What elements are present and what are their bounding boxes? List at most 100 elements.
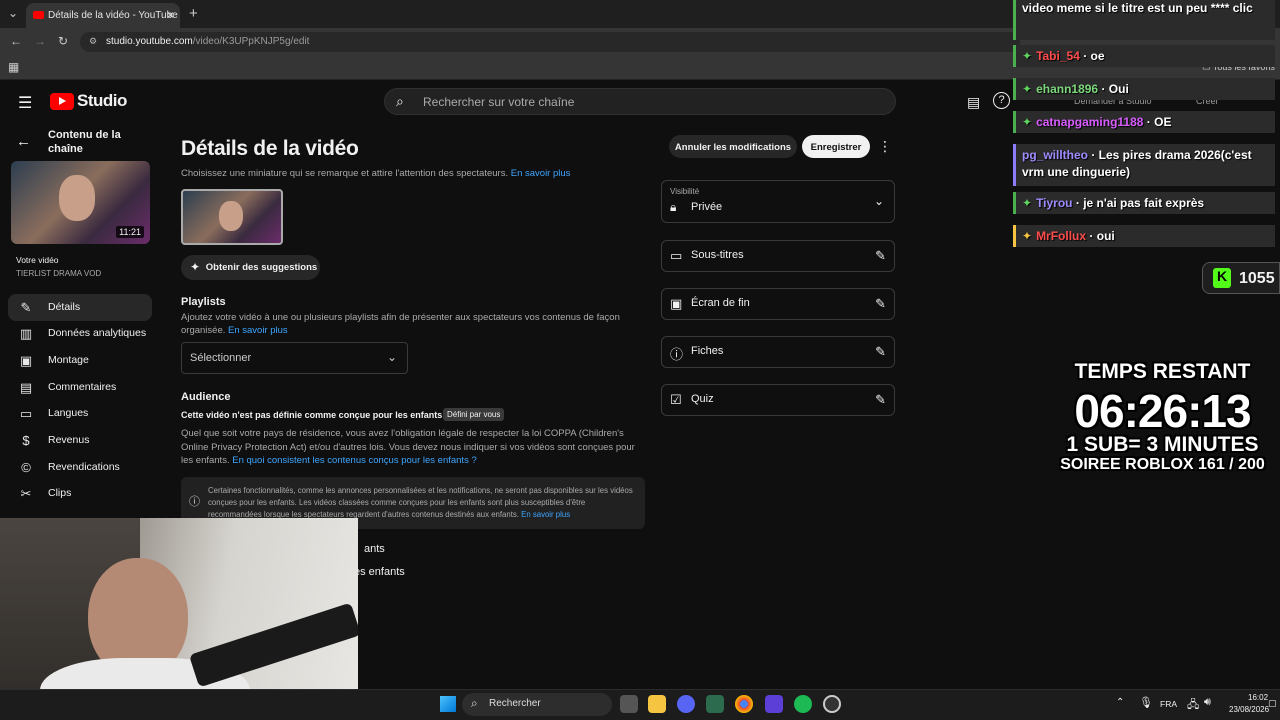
comments-header-icon[interactable]: ▤ <box>967 94 980 111</box>
card-label: Écran de fin <box>691 297 750 309</box>
studio-logo-text: Studio <box>77 91 127 110</box>
chrome-icon[interactable] <box>735 695 753 713</box>
spotify-icon[interactable] <box>794 695 812 713</box>
cancel-changes-button[interactable]: Annuler les modifications <box>669 135 797 158</box>
discord-icon[interactable] <box>677 695 695 713</box>
sidebar-item-clips[interactable]: ✂ Clips <box>8 480 152 507</box>
network-icon[interactable]: 🖧︎ <box>1187 696 1199 715</box>
windows-taskbar <box>0 689 1280 720</box>
video-thumbnail[interactable]: 11:21 <box>11 161 150 244</box>
url-bar[interactable]: ⚙ studio.youtube.com/video/K3UPpKNJP5g/e… <box>80 32 1020 52</box>
sidebar-item-earn[interactable]: $ Revenus <box>8 427 152 454</box>
end-screen-card[interactable]: ▣ Écran de fin ✎ <box>661 288 895 320</box>
sidebar-item-label: Commentaires <box>48 381 117 393</box>
chat-text: oe <box>1090 49 1105 63</box>
sidebar-item-copyright[interactable]: © Revendications <box>8 454 152 481</box>
app-grid-icon[interactable] <box>765 695 783 713</box>
thumbnail-option[interactable] <box>181 189 283 245</box>
site-info-icon[interactable]: ⚙ <box>89 36 97 47</box>
browser-tab-title: Détails de la vidéo - YouTube Studio <box>48 10 180 21</box>
channel-content-link[interactable]: Contenu de la chaîne <box>48 128 148 156</box>
microphone-tray-icon[interactable]: 🎙︎ <box>1139 696 1153 709</box>
clock-date[interactable]: 23/08/2026 <box>1229 705 1269 714</box>
sidebar-item-editor[interactable]: ▣ Montage <box>8 347 152 374</box>
chevron-up-icon[interactable]: ⌃ <box>1116 697 1124 708</box>
learn-more-link[interactable]: En savoir plus <box>521 510 570 519</box>
obs-icon[interactable] <box>823 695 841 713</box>
notifications-icon[interactable]: ▢ <box>1268 698 1277 709</box>
chat-text: oui <box>1096 229 1115 243</box>
browser-tab[interactable]: Détails de la vidéo - YouTube Studio × <box>26 3 180 28</box>
audience-heading: Audience <box>181 391 231 403</box>
taskbar-search[interactable]: ⌕ Rechercher <box>462 693 612 716</box>
chat-user: catnapgaming1188 <box>1036 115 1144 129</box>
url-path: /video/K3UPpKNJP5g/edit <box>192 36 310 47</box>
task-view-icon[interactable] <box>620 695 638 713</box>
sidebar-item-languages[interactable]: ▭ Langues <box>8 400 152 427</box>
card-label: Sous-titres <box>691 249 744 261</box>
channel-search-input[interactable]: ⌕ Rechercher sur votre chaîne <box>384 88 896 115</box>
timer-label: TEMPS RESTANT <box>1074 360 1251 383</box>
chat-badge-icon: ✦ <box>1022 115 1033 129</box>
youtube-logo-icon[interactable] <box>50 93 74 110</box>
youtube-favicon-icon <box>33 11 44 19</box>
hamburger-menu-icon[interactable]: ☰ <box>18 93 32 113</box>
visibility-label: Visibilité <box>670 187 700 196</box>
learn-more-link[interactable]: En savoir plus <box>511 168 571 179</box>
quiz-icon: ☑ <box>670 392 682 407</box>
audience-option-yes[interactable]: ants <box>364 543 385 555</box>
apps-grid-icon[interactable]: ▦ <box>8 60 19 74</box>
analytics-icon: ▥ <box>19 326 33 341</box>
pencil-icon[interactable]: ✎ <box>875 392 886 408</box>
chat-message: ✦ Tabi_54 · oe <box>1013 45 1275 67</box>
audience-option-no[interactable]: es enfants <box>354 566 405 578</box>
clock-time[interactable]: 16:02 <box>1248 693 1268 702</box>
thumbnail-help-text: Choisissez une miniature qui se remarque… <box>181 168 509 179</box>
sidebar-item-label: Revendications <box>48 461 120 473</box>
chat-user: Tabi_54 <box>1036 49 1080 63</box>
quiz-card[interactable]: ☑ Quiz ✎ <box>661 384 895 416</box>
visibility-select[interactable]: Visibilité 🔒︎ Privée ⌄ <box>661 180 895 223</box>
sidebar-item-analytics[interactable]: ▥ Données analytiques <box>8 320 152 347</box>
volume-icon[interactable]: 🔊︎ <box>1204 696 1211 709</box>
pencil-icon[interactable]: ✎ <box>875 248 886 264</box>
tab-list-icon[interactable]: ⌄ <box>8 6 18 20</box>
close-tab-icon[interactable]: × <box>167 8 174 22</box>
windows-start-icon[interactable] <box>440 696 456 712</box>
sidebar-item-details[interactable]: ✎ Détails <box>8 294 152 321</box>
cards-card[interactable]: ⓘ Fiches ✎ <box>661 336 895 368</box>
subtitles-card[interactable]: ▭ Sous-titres ✎ <box>661 240 895 272</box>
chat-message: ✦ catnapgaming1188 · OE <box>1013 111 1275 133</box>
page-title: Détails de la vidéo <box>181 137 359 160</box>
forward-icon[interactable]: → <box>34 34 46 48</box>
chat-badge-icon: ✦ <box>1022 229 1033 243</box>
chat-message: ✦ ehann1896 · Oui <box>1013 78 1275 100</box>
playlists-help: Ajoutez votre vidéo à une ou plusieurs p… <box>181 311 631 337</box>
language-indicator[interactable]: FRA <box>1160 699 1177 709</box>
pencil-icon[interactable]: ✎ <box>875 344 886 360</box>
back-arrow-icon[interactable]: ← <box>16 133 31 150</box>
reload-icon[interactable]: ↻ <box>58 34 68 48</box>
sub-rule: 1 SUB= 3 MINUTES <box>1066 433 1259 456</box>
more-options-icon[interactable]: ⋮ <box>878 138 892 155</box>
sidebar-item-comments[interactable]: ▤ Commentaires <box>8 374 152 401</box>
back-icon[interactable]: ← <box>10 34 22 48</box>
playlist-select[interactable]: Sélectionner ⌄ <box>181 342 408 374</box>
save-button[interactable]: Enregistrer <box>802 135 870 158</box>
get-suggestions-button[interactable]: ✦ Obtenir des suggestions <box>181 255 320 280</box>
playlists-heading: Playlists <box>181 296 226 308</box>
chat-badge-icon: ✦ <box>1022 196 1033 210</box>
sidebar-item-label: Langues <box>48 407 89 419</box>
card-label: Quiz <box>691 393 714 405</box>
playlist-select-value: Sélectionner <box>190 352 252 364</box>
help-icon[interactable]: ? <box>993 92 1010 109</box>
xbox-icon[interactable] <box>706 695 724 713</box>
file-explorer-icon[interactable] <box>648 695 666 713</box>
kids-content-link[interactable]: En quoi consistent les contenus conçus p… <box>232 455 477 466</box>
learn-more-link[interactable]: En savoir plus <box>228 325 288 336</box>
chat-message: ✦ Tiyrou · je n'ai pas fait exprès <box>1013 192 1275 214</box>
pencil-icon[interactable]: ✎ <box>875 296 886 312</box>
new-tab-icon[interactable]: + <box>189 5 198 22</box>
audience-help: Quel que soit votre pays de résidence, v… <box>181 427 646 468</box>
card-label: Fiches <box>691 345 724 357</box>
